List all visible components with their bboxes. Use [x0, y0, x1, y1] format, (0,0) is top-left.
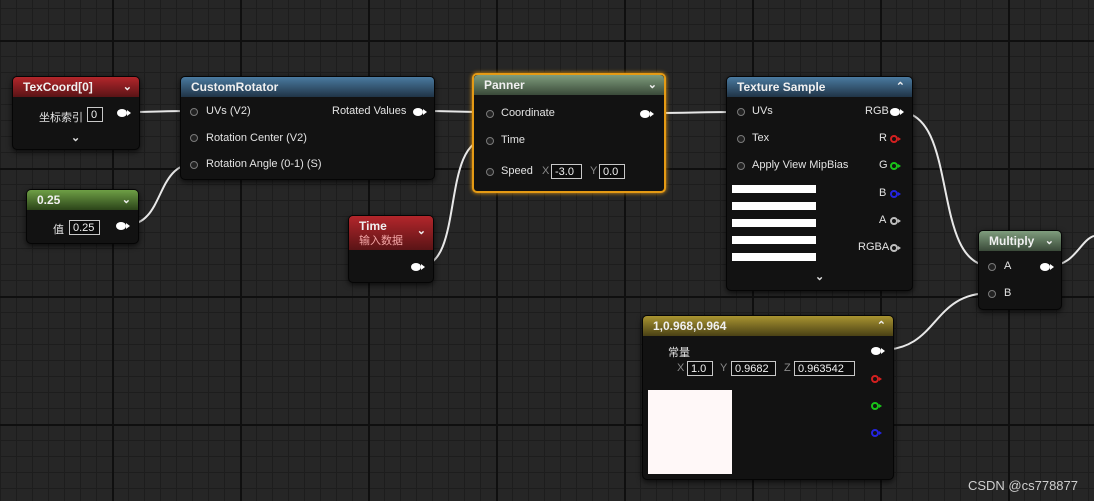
- r-output-pin[interactable]: [871, 375, 882, 383]
- y-field[interactable]: 0.9682: [731, 361, 776, 376]
- node-title: 1,0.968,0.964: [653, 319, 727, 333]
- texture-sample-node[interactable]: Texture Sample ⌃ UVs Tex Apply View MipB…: [726, 76, 913, 291]
- coordinate-index-label: 坐标索引: [39, 112, 83, 124]
- chevron-down-icon[interactable]: ⌄: [123, 77, 132, 97]
- node-title: Texture Sample: [737, 80, 826, 94]
- b-output-pin[interactable]: [890, 190, 901, 198]
- panner-node[interactable]: Panner ⌄ Coordinate Time Speed X -3.0 Y …: [472, 73, 666, 193]
- g-output-pin[interactable]: [890, 162, 901, 170]
- rotation-angle-input-label: Rotation Angle (0-1) (S): [206, 158, 322, 170]
- output-pin[interactable]: [117, 109, 131, 117]
- rgb-output-pin[interactable]: [871, 347, 885, 355]
- z-label: Z: [784, 362, 791, 374]
- node-header[interactable]: Panner ⌄: [474, 75, 664, 95]
- watermark: CSDN @cs778877: [967, 478, 1078, 493]
- scalar-node[interactable]: 0.25 ⌄ 值 0.25: [26, 189, 139, 244]
- tex-input-pin[interactable]: [737, 135, 745, 143]
- node-header[interactable]: TexCoord[0] ⌄: [13, 77, 139, 97]
- rotation-angle-input-pin[interactable]: [190, 161, 198, 169]
- speed-y-field[interactable]: 0.0: [599, 164, 625, 179]
- z-field[interactable]: 0.963542: [794, 361, 855, 376]
- apply-view-mipbias-input-label: Apply View MipBias: [752, 159, 849, 171]
- value-label: 值: [53, 224, 64, 236]
- speed-x-label: X: [542, 165, 550, 177]
- rotation-center-input-label: Rotation Center (V2): [206, 132, 307, 144]
- time-node[interactable]: Time 输入数据 ⌄: [348, 215, 434, 283]
- rgba-output-label: RGBA: [858, 241, 890, 253]
- speed-input-pin[interactable]: [486, 168, 494, 176]
- chevron-down-icon[interactable]: ⌄: [417, 224, 426, 239]
- chevron-up-icon[interactable]: ⌃: [896, 77, 905, 97]
- output-pin[interactable]: [411, 263, 425, 271]
- constant3-vector-node[interactable]: 1,0.968,0.964 ⌃ 常量 X 1.0 Y 0.9682 Z 0.96…: [642, 315, 894, 480]
- node-header[interactable]: Time 输入数据 ⌄: [349, 216, 433, 250]
- speed-input-label: Speed: [501, 165, 533, 177]
- wire-constant-to-multiply: [879, 292, 992, 351]
- chevron-down-icon[interactable]: ⌄: [1045, 231, 1054, 251]
- chevron-up-icon[interactable]: ⌃: [877, 316, 886, 336]
- node-title: CustomRotator: [191, 80, 279, 94]
- texcoord-node[interactable]: TexCoord[0] ⌄ 坐标索引 0 ⌄: [12, 76, 140, 150]
- output-pin[interactable]: [116, 222, 130, 230]
- coordinate-index-field[interactable]: 0: [87, 107, 103, 122]
- time-input-label: Time: [501, 134, 526, 146]
- b-output-pin[interactable]: [871, 429, 882, 437]
- node-title: Multiply: [989, 234, 1035, 248]
- tex-input-label: Tex: [752, 132, 770, 144]
- custom-rotator-node[interactable]: CustomRotator UVs (V2) Rotation Center (…: [180, 76, 435, 180]
- chevron-down-icon[interactable]: ⌄: [122, 190, 131, 210]
- a-output-label: A: [879, 214, 887, 226]
- constant-label: 常量: [668, 347, 690, 359]
- a-input-pin[interactable]: [988, 263, 996, 271]
- chevron-down-icon[interactable]: ⌄: [648, 75, 657, 95]
- apply-view-mipbias-input-pin[interactable]: [737, 162, 745, 170]
- rgb-output-pin[interactable]: [890, 108, 904, 116]
- expand-chevron-icon[interactable]: ⌄: [815, 270, 824, 283]
- value-field[interactable]: 0.25: [69, 220, 100, 235]
- node-header[interactable]: 1,0.968,0.964 ⌃: [643, 316, 893, 336]
- node-title: 0.25: [37, 193, 61, 207]
- rotated-values-output-pin[interactable]: [413, 108, 427, 116]
- coordinate-input-pin[interactable]: [486, 110, 494, 118]
- speed-y-label: Y: [590, 165, 598, 177]
- time-input-pin[interactable]: [486, 137, 494, 145]
- rotation-center-input-pin[interactable]: [190, 134, 198, 142]
- b-output-label: B: [879, 187, 887, 199]
- output-pin[interactable]: [640, 110, 654, 118]
- node-title: TexCoord[0]: [23, 80, 93, 94]
- rgba-output-pin[interactable]: [890, 244, 901, 252]
- uvs-input-pin[interactable]: [737, 108, 745, 116]
- output-pin[interactable]: [1040, 263, 1054, 271]
- r-output-label: R: [879, 132, 887, 144]
- x-field[interactable]: 1.0: [687, 361, 713, 376]
- coordinate-input-label: Coordinate: [501, 107, 555, 119]
- node-header[interactable]: 0.25 ⌄: [27, 190, 138, 210]
- node-header[interactable]: Texture Sample ⌃: [727, 77, 912, 97]
- speed-x-field[interactable]: -3.0: [551, 164, 582, 179]
- rgb-output-label: RGB: [865, 105, 889, 117]
- g-output-label: G: [879, 159, 888, 171]
- uvs-input-label: UVs (V2): [206, 105, 251, 117]
- uvs-input-pin[interactable]: [190, 108, 198, 116]
- rotated-values-output-label: Rotated Values: [332, 105, 407, 117]
- a-input-label: A: [1004, 260, 1012, 272]
- node-header[interactable]: Multiply ⌄: [979, 231, 1061, 251]
- color-preview-swatch: [648, 390, 732, 474]
- expand-chevron-icon[interactable]: ⌄: [71, 131, 80, 144]
- x-label: X: [677, 362, 685, 374]
- a-output-pin[interactable]: [890, 217, 901, 225]
- b-input-label: B: [1004, 287, 1012, 299]
- b-input-pin[interactable]: [988, 290, 996, 298]
- multiply-node[interactable]: Multiply ⌄ A B: [978, 230, 1062, 310]
- uvs-input-label: UVs: [752, 105, 773, 117]
- texture-stripes-preview: [732, 185, 816, 270]
- node-title: Panner: [484, 78, 525, 92]
- g-output-pin[interactable]: [871, 402, 882, 410]
- r-output-pin[interactable]: [890, 135, 901, 143]
- node-header[interactable]: CustomRotator: [181, 77, 434, 97]
- y-label: Y: [720, 362, 728, 374]
